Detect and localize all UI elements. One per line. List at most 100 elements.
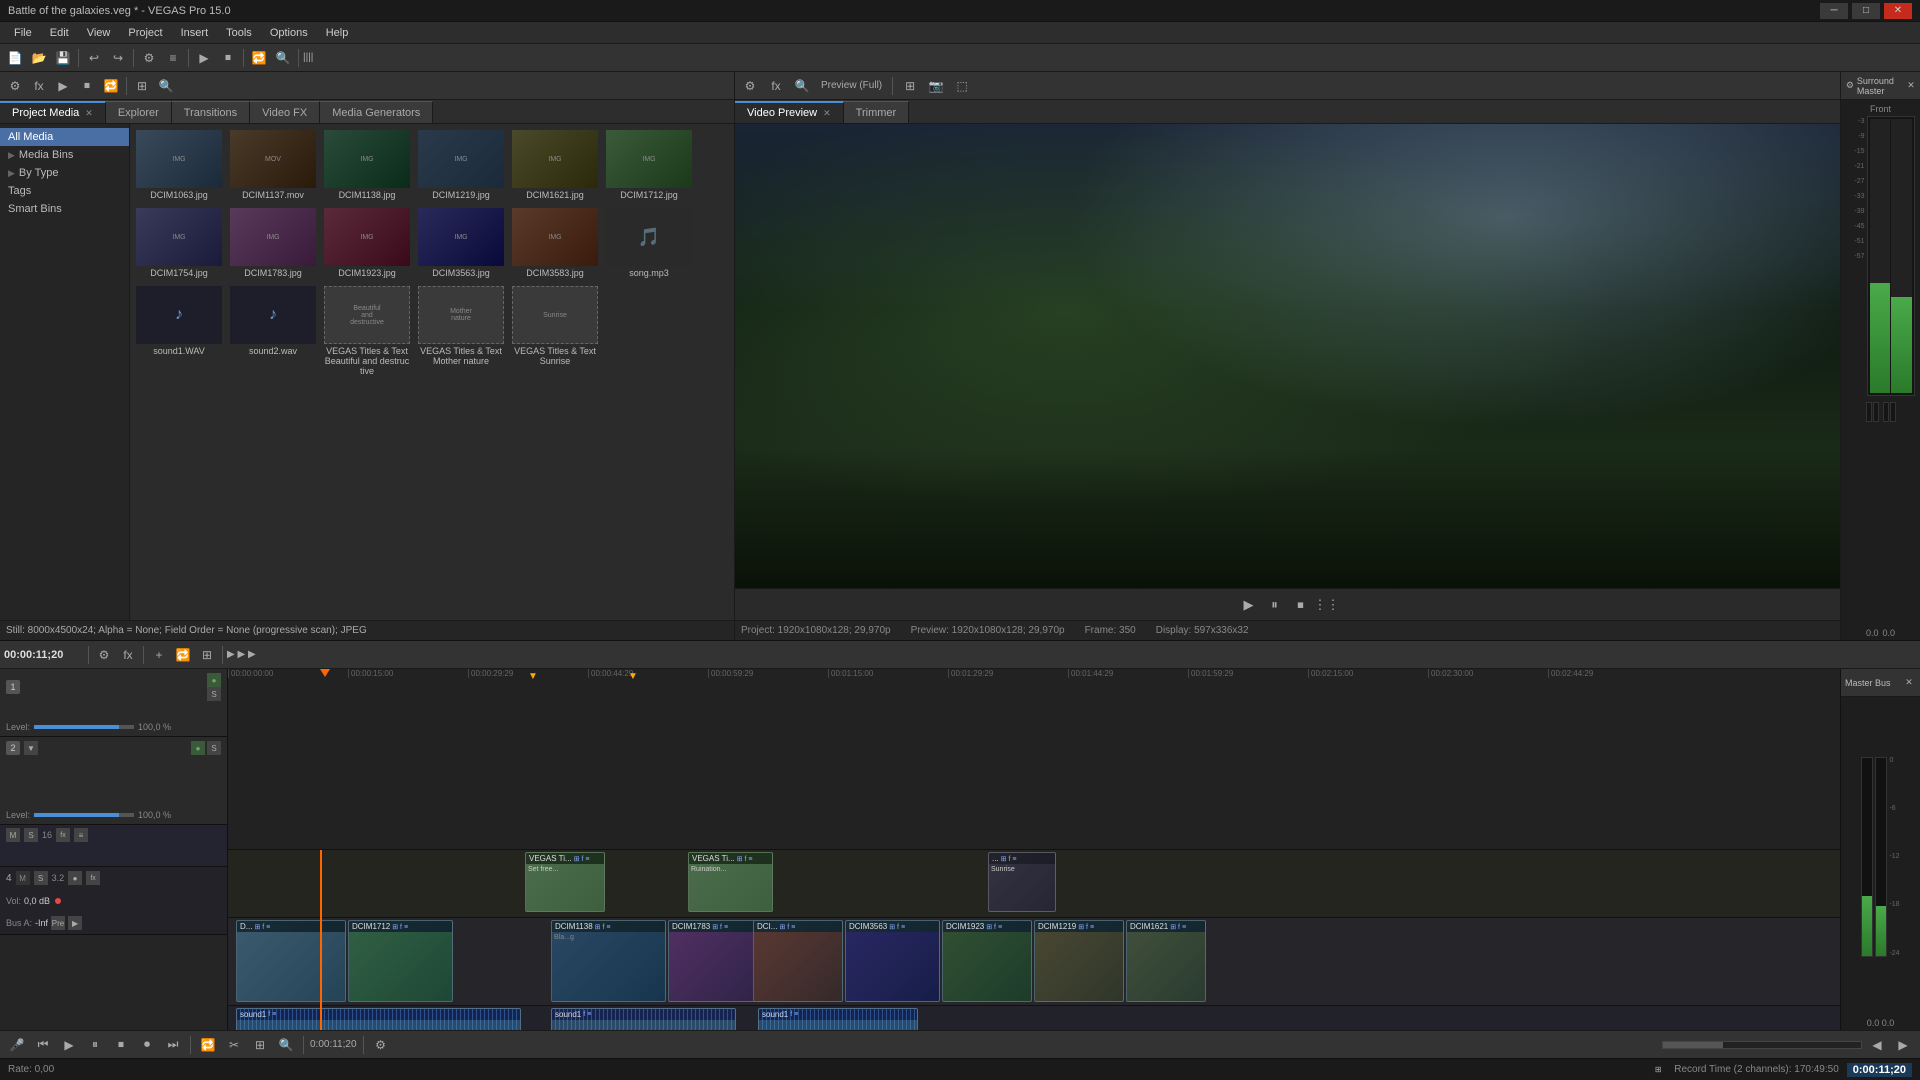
media-item-dcim1923[interactable]: IMG DCIM1923.jpg [322, 206, 412, 280]
media-item-title1[interactable]: Beautifulanddestructive VEGAS Titles & T… [322, 284, 412, 378]
media-settings-button[interactable]: ⚙ [4, 75, 26, 97]
track1-solo[interactable]: S [207, 687, 221, 701]
preview-loop-button[interactable]: ⋮⋮ [1317, 595, 1337, 615]
tl-add-track-button[interactable]: + [148, 644, 170, 666]
clip-dcim1923[interactable]: DCIM1923 ⊞ f ≡ [942, 920, 1032, 1002]
media-item-sound2[interactable]: ♪ sound2.wav [228, 284, 318, 378]
track2-level-slider[interactable] [34, 813, 134, 817]
media-item-dcim1621[interactable]: IMG DCIM1621.jpg [510, 128, 600, 202]
media-item-dcim1219[interactable]: IMG DCIM1219.jpg [416, 128, 506, 202]
menu-edit[interactable]: Edit [42, 25, 77, 41]
clip-title1[interactable]: VEGAS Ti... ⊞ f ≡ Set free... [525, 852, 605, 912]
media-item-dcim3583[interactable]: IMG DCIM3583.jpg [510, 206, 600, 280]
track2-expand[interactable]: ▼ [24, 741, 38, 755]
timeline-scrollbar-thumb[interactable] [1663, 1042, 1723, 1048]
media-item-dcim1063[interactable]: IMG DCIM1063.jpg [134, 128, 224, 202]
bc-zoom-in-button[interactable]: 🔍 [275, 1034, 297, 1056]
media-stop-button[interactable]: ⏹ [76, 75, 98, 97]
tab-trimmer[interactable]: Trimmer [844, 101, 910, 123]
settings-button[interactable]: ⚙ [138, 47, 160, 69]
minimize-button[interactable]: ─ [1820, 3, 1848, 19]
media-item-dcim1783[interactable]: IMG DCIM1783.jpg [228, 206, 318, 280]
properties-button[interactable]: ≡ [162, 47, 184, 69]
bc-stop-button[interactable]: ⏹ [110, 1034, 132, 1056]
media-item-dcim3563[interactable]: IMG DCIM3563.jpg [416, 206, 506, 280]
stop-button[interactable]: ⏹ [217, 47, 239, 69]
clip-dcim1138[interactable]: DCIM1138 ⊞ f ≡ Bla...g [551, 920, 666, 1002]
media-item-dcim1712[interactable]: IMG DCIM1712.jpg [604, 128, 694, 202]
tl-settings-button[interactable]: ⚙ [93, 644, 115, 666]
bc-play-button[interactable]: ▶ [58, 1034, 80, 1056]
track4-bus-arrow[interactable]: ▶ [68, 916, 82, 930]
track3-mute[interactable]: M [6, 828, 20, 842]
tree-smart-bins[interactable]: Smart Bins [0, 200, 129, 218]
preview-grid-button[interactable]: ⊞ [899, 75, 921, 97]
preview-stop-button[interactable]: ⏹ [1291, 595, 1311, 615]
new-button[interactable]: 📄 [4, 47, 26, 69]
bc-loop-button[interactable]: 🔁 [197, 1034, 219, 1056]
clip-sound1-c[interactable]: sound1 f ≡ [758, 1008, 918, 1030]
clip-dcim1712[interactable]: DCIM1712 ⊞ f ≡ [348, 920, 453, 1002]
clip-sound1-b[interactable]: sound1 f ≡ [551, 1008, 736, 1030]
preview-fx-button[interactable]: fx [765, 75, 787, 97]
bc-settings-button[interactable]: ⚙ [370, 1034, 392, 1056]
clip-d[interactable]: D... ⊞ f ≡ [236, 920, 346, 1002]
bc-trim-button[interactable]: ✂ [223, 1034, 245, 1056]
undo-button[interactable]: ↩ [83, 47, 105, 69]
media-loop-button[interactable]: 🔁 [100, 75, 122, 97]
menu-file[interactable]: File [6, 25, 40, 41]
media-item-title3[interactable]: Sunrise VEGAS Titles & Text Sunrise [510, 284, 600, 378]
track3-fx[interactable]: fx [56, 828, 70, 842]
bc-skip-back-button[interactable]: ⏭ [162, 1034, 184, 1056]
preview-capture-button[interactable]: 📷 [925, 75, 947, 97]
media-item-dcim1137[interactable]: MOV DCIM1137.mov [228, 128, 318, 202]
track1-level-slider[interactable] [34, 725, 134, 729]
track4-solo[interactable]: S [34, 871, 48, 885]
bc-scroll-right[interactable]: ▶ [1892, 1034, 1914, 1056]
tracks-scroll-wrapper[interactable]: VEGAS Ti... ⊞ f ≡ Set free... VEGAS Ti..… [228, 850, 1840, 1030]
clip-title2[interactable]: VEGAS Ti... ⊞ f ≡ Ruination... [688, 852, 773, 912]
track3-env[interactable]: ≡ [74, 828, 88, 842]
media-item-song[interactable]: 🎵 song.mp3 [604, 206, 694, 280]
tree-tags[interactable]: Tags [0, 182, 129, 200]
save-button[interactable]: 💾 [52, 47, 74, 69]
media-item-title2[interactable]: Mothernature VEGAS Titles & Text Mother … [416, 284, 506, 378]
preview-zoom-button[interactable]: 🔍 [791, 75, 813, 97]
clip-sound1-a[interactable]: sound1 f ≡ [236, 1008, 521, 1030]
tab-project-media[interactable]: Project Media ✕ [0, 101, 106, 123]
open-button[interactable]: 📂 [28, 47, 50, 69]
tab-close-project-media[interactable]: ✕ [85, 108, 93, 119]
media-zoom-button[interactable]: 🔍 [155, 75, 177, 97]
media-fx-button[interactable]: fx [28, 75, 50, 97]
status-settings-button[interactable]: ⊞ [1650, 1062, 1666, 1078]
clip-dci[interactable]: DCI... ⊞ f ≡ [753, 920, 843, 1002]
master-bus-close[interactable]: ✕ [1902, 676, 1916, 690]
menu-options[interactable]: Options [262, 25, 316, 41]
clip-dcim1219[interactable]: DCIM1219 ⊞ f ≡ [1034, 920, 1124, 1002]
menu-project[interactable]: Project [120, 25, 170, 41]
tl-grid-button[interactable]: ⊞ [196, 644, 218, 666]
bc-rewind-button[interactable]: ⏮ [32, 1034, 54, 1056]
track3-solo[interactable]: S [24, 828, 38, 842]
media-play-button[interactable]: ▶ [52, 75, 74, 97]
bc-mic-button[interactable]: 🎤 [6, 1034, 28, 1056]
clip-dcim1621[interactable]: DCIM1621 ⊞ f ≡ [1126, 920, 1206, 1002]
track2-mute[interactable]: ● [191, 741, 205, 755]
menu-view[interactable]: View [79, 25, 119, 41]
preview-pause-button[interactable]: ⏸ [1265, 595, 1285, 615]
preview-play-button[interactable]: ▶ [1239, 595, 1259, 615]
menu-help[interactable]: Help [318, 25, 357, 41]
tab-video-preview[interactable]: Video Preview ✕ [735, 101, 844, 123]
tab-video-fx[interactable]: Video FX [250, 101, 320, 123]
tab-explorer[interactable]: Explorer [106, 101, 172, 123]
preview-external-button[interactable]: ⬚ [951, 75, 973, 97]
clip-title3[interactable]: ... ⊞ f ≡ Sunrise [988, 852, 1056, 912]
maximize-button[interactable]: □ [1852, 3, 1880, 19]
redo-button[interactable]: ↪ [107, 47, 129, 69]
zoom-button[interactable]: 🔍 [272, 47, 294, 69]
timeline-ruler[interactable]: 00:00:00:00 00:00:15:00 00:00:29:29 00:0… [228, 669, 1840, 850]
tab-close-video-preview[interactable]: ✕ [823, 108, 831, 119]
tab-media-generators[interactable]: Media Generators [320, 101, 433, 123]
tree-media-bins[interactable]: ▶ Media Bins [0, 146, 129, 164]
bc-pause-button[interactable]: ⏸ [84, 1034, 106, 1056]
